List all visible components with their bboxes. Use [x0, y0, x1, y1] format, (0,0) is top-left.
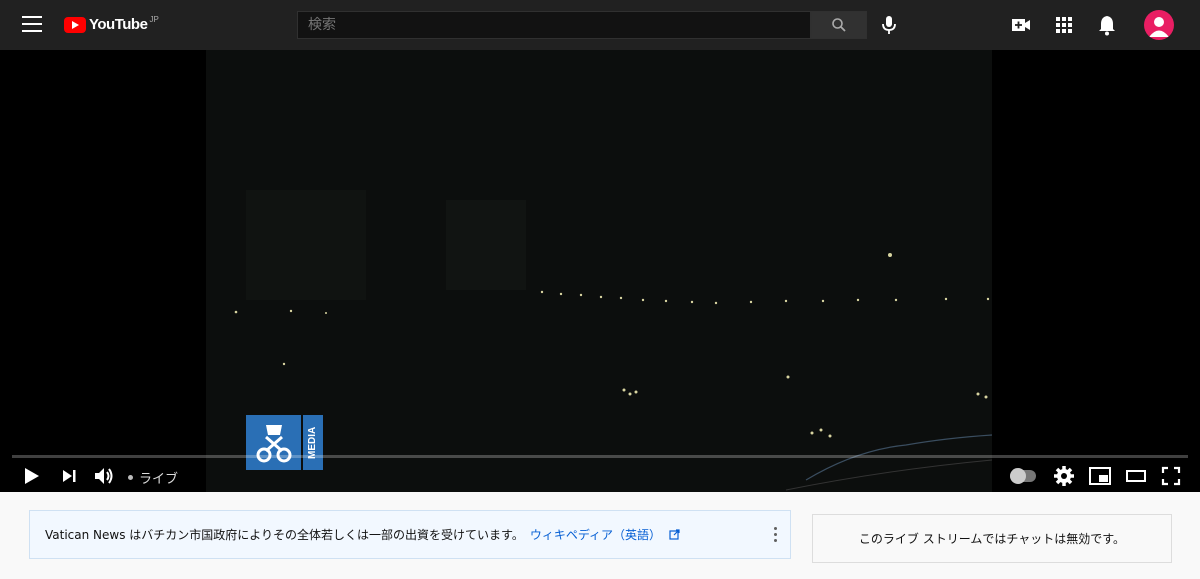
wikipedia-link[interactable]: ウィキペディア（英語） — [530, 526, 661, 543]
play-icon[interactable] — [18, 463, 44, 489]
user-icon — [1149, 17, 1169, 37]
live-dot — [128, 475, 133, 480]
next-icon[interactable] — [56, 463, 82, 489]
logo-text: YouTube — [89, 16, 148, 33]
theater-icon[interactable] — [1123, 463, 1149, 489]
funding-info-text: Vatican News はバチカン市国政府によりその全体若しくは一部の出資を受… — [45, 528, 524, 542]
search-button[interactable] — [811, 11, 867, 39]
miniplayer-icon[interactable] — [1087, 463, 1113, 489]
logo-region: JP — [149, 15, 159, 24]
mic-icon[interactable] — [878, 14, 900, 36]
live-label: ライブ — [139, 472, 179, 487]
notifications-icon[interactable] — [1095, 13, 1119, 37]
apps-icon[interactable] — [1052, 13, 1076, 37]
masthead: YouTube JP — [0, 0, 1200, 50]
progress-bar[interactable] — [12, 455, 1188, 458]
youtube-logo[interactable]: YouTube JP — [64, 14, 159, 36]
search-icon — [832, 18, 846, 32]
fullscreen-icon[interactable] — [1158, 463, 1184, 489]
player-controls: ライブ — [0, 460, 1200, 492]
volume-icon[interactable] — [91, 463, 117, 489]
avatar[interactable] — [1144, 10, 1174, 40]
menu-icon[interactable] — [22, 16, 42, 34]
more-options-icon[interactable] — [772, 527, 778, 545]
external-link-icon[interactable] — [669, 529, 680, 540]
live-indicator[interactable]: ライブ — [128, 468, 178, 487]
youtube-play-icon — [64, 17, 86, 33]
chat-disabled-text: このライブ ストリームではチャットは無効です。 — [858, 532, 1126, 546]
search-input[interactable] — [297, 11, 811, 39]
toggle-knob — [1010, 468, 1026, 484]
video-player[interactable]: MEDIA ライブ — [0, 50, 1200, 492]
settings-icon[interactable] — [1051, 463, 1077, 489]
autoplay-toggle[interactable] — [1010, 468, 1036, 484]
funding-info-panel: Vatican News はバチカン市国政府によりその全体若しくは一部の出資を受… — [29, 510, 791, 559]
create-video-icon[interactable] — [1009, 13, 1033, 37]
chat-disabled-panel: このライブ ストリームではチャットは無効です。 — [812, 514, 1172, 563]
